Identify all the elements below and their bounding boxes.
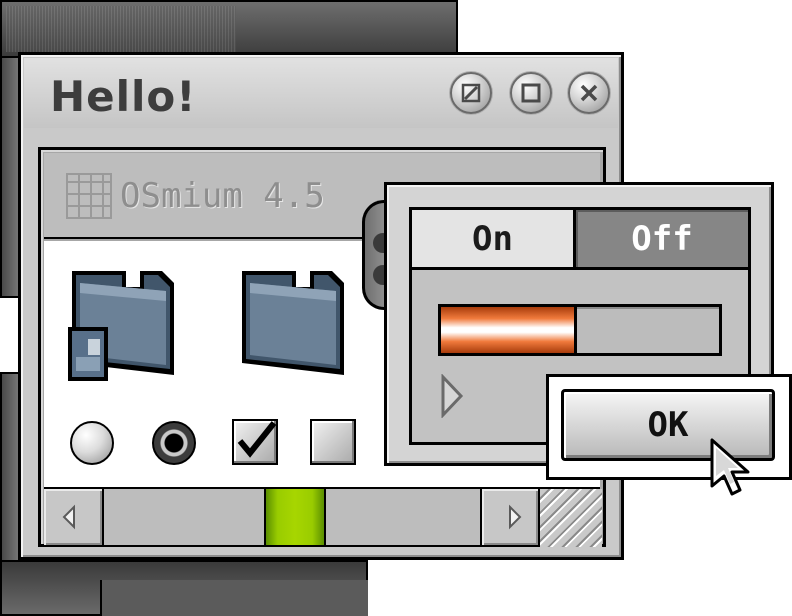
zoom-button[interactable] — [510, 72, 552, 114]
close-icon — [580, 84, 598, 102]
window-title: Hello! — [50, 72, 197, 121]
app-version-label: OSmium 4.5 — [120, 176, 325, 216]
collapse-icon — [461, 83, 481, 103]
checkbox-unchecked[interactable] — [310, 419, 356, 465]
progress-fill — [441, 307, 577, 353]
radio-unselected[interactable] — [70, 421, 114, 465]
background-window-top — [0, 0, 458, 58]
title-bar[interactable]: Hello! — [24, 58, 618, 128]
resize-grip[interactable] — [540, 489, 602, 547]
segment-off[interactable]: Off — [576, 210, 748, 270]
folder-with-document-icon[interactable] — [66, 265, 178, 385]
background-window-bottom-panel — [100, 580, 368, 616]
zoom-icon — [521, 83, 541, 103]
radio-selected[interactable] — [152, 421, 196, 465]
scroll-right-button[interactable] — [480, 489, 540, 545]
progress-bar — [438, 304, 722, 356]
scroll-thumb[interactable] — [264, 489, 326, 545]
grid-icon — [66, 173, 112, 219]
horizontal-scrollbar[interactable] — [44, 487, 602, 547]
collapse-button[interactable] — [450, 72, 492, 114]
segment-on[interactable]: On — [412, 210, 576, 270]
checkmark-icon — [237, 421, 277, 458]
checkbox-checked[interactable] — [232, 419, 278, 465]
folder-icon[interactable] — [236, 265, 348, 385]
close-button[interactable] — [568, 72, 610, 114]
pointer-cursor-icon — [710, 438, 750, 496]
arrow-right-icon — [509, 504, 522, 530]
arrow-left-icon — [62, 504, 75, 530]
scroll-left-button[interactable] — [44, 489, 104, 545]
disclosure-triangle-icon[interactable] — [440, 374, 464, 418]
